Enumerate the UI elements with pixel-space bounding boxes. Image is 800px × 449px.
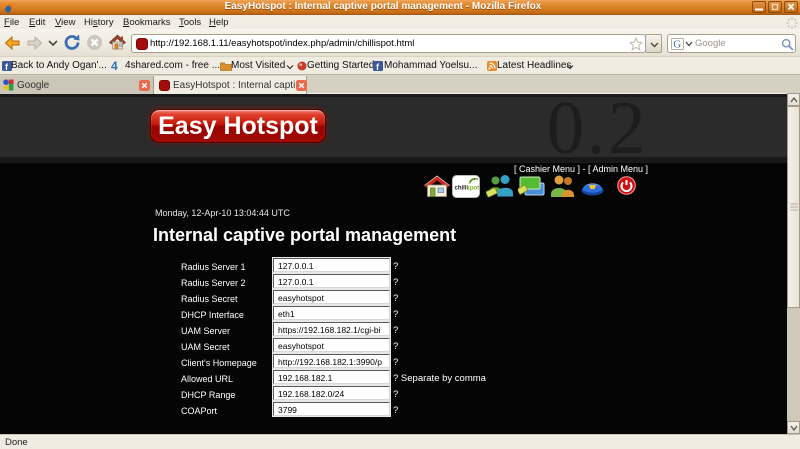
svg-text:spot: spot: [467, 186, 480, 192]
svg-text:G: G: [673, 39, 681, 51]
svg-text:4: 4: [111, 60, 118, 71]
